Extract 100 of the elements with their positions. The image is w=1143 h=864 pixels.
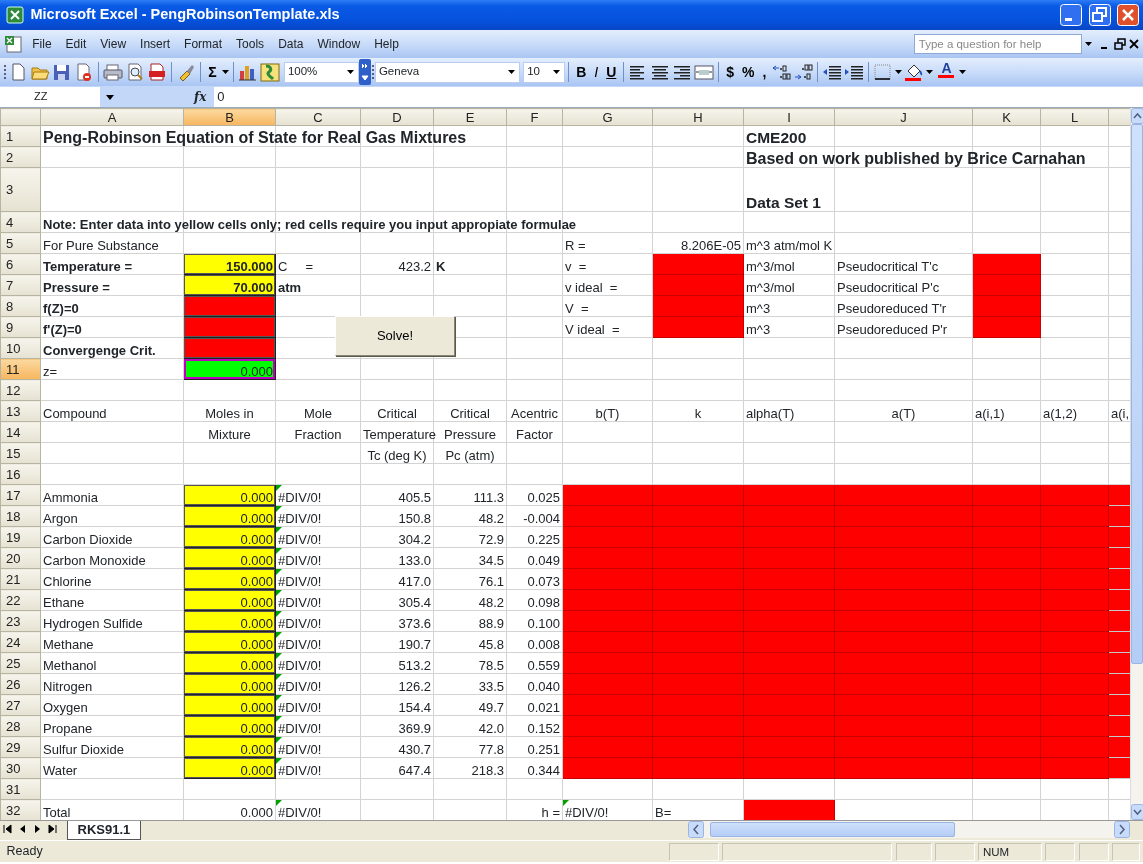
percent-button[interactable]: % <box>738 61 759 83</box>
scroll-right-icon[interactable] <box>1114 821 1130 838</box>
row-header[interactable]: 17 <box>0 484 41 506</box>
caret-icon[interactable] <box>552 68 562 76</box>
row-header[interactable]: 28 <box>0 715 41 737</box>
menu-item[interactable]: View <box>93 33 134 55</box>
toolbar-grip[interactable] <box>3 62 8 82</box>
error-indicator-icon[interactable] <box>276 506 282 512</box>
row-header[interactable]: 2 <box>0 146 41 168</box>
column-header[interactable]: F <box>506 108 563 126</box>
column-header[interactable]: L <box>1040 108 1109 126</box>
row-header[interactable]: 24 <box>0 631 41 653</box>
row-header[interactable]: 1 <box>0 125 41 147</box>
corner-cell[interactable] <box>0 108 41 126</box>
row-header[interactable]: 12 <box>0 379 41 401</box>
error-indicator-icon[interactable] <box>276 653 282 659</box>
row-header[interactable]: 18 <box>0 505 41 527</box>
menu-item[interactable]: Edit <box>58 33 94 55</box>
restore-icon[interactable] <box>1111 36 1128 52</box>
row-header[interactable]: 20 <box>0 547 41 569</box>
column-header[interactable]: B <box>183 108 276 126</box>
underline-button[interactable]: U <box>602 61 621 83</box>
autosum-button[interactable]: Σ <box>204 61 221 83</box>
row-header[interactable]: 3 <box>0 167 41 212</box>
comma-style-button[interactable]: , <box>758 61 771 83</box>
column-header[interactable]: K <box>972 108 1041 126</box>
column-header[interactable]: I <box>743 108 835 126</box>
error-indicator-icon[interactable] <box>276 611 282 617</box>
menu-item[interactable]: Help <box>367 33 406 55</box>
error-indicator-icon[interactable] <box>276 737 282 743</box>
column-header[interactable]: H <box>652 108 744 126</box>
caret-icon[interactable] <box>894 68 904 76</box>
menu-item[interactable]: File <box>25 33 59 55</box>
menu-item[interactable]: Window <box>310 33 368 55</box>
error-indicator-icon[interactable] <box>276 716 282 722</box>
row-header[interactable]: 23 <box>0 610 41 632</box>
row-header[interactable]: 16 <box>0 463 41 485</box>
row-header[interactable]: 29 <box>0 736 41 758</box>
column-header[interactable]: G <box>562 108 653 126</box>
row-header[interactable]: 6 <box>0 253 41 275</box>
row-header[interactable]: 19 <box>0 526 41 548</box>
menu-item[interactable]: Data <box>271 33 311 55</box>
caret-icon[interactable] <box>925 68 935 76</box>
menu-item[interactable]: Insert <box>133 33 178 55</box>
first-sheet-icon[interactable] <box>0 821 15 837</box>
column-header[interactable] <box>1108 108 1130 126</box>
scroll-left-icon[interactable] <box>688 821 704 838</box>
row-header[interactable]: 21 <box>0 568 41 590</box>
sheet-tab[interactable]: RKS91.1 <box>66 821 142 840</box>
error-indicator-icon[interactable] <box>276 695 282 701</box>
column-header[interactable]: A <box>40 108 184 126</box>
help-search-field[interactable]: Type a question for help <box>913 34 1082 54</box>
map-icon[interactable] <box>258 62 281 82</box>
last-sheet-icon[interactable] <box>45 821 60 837</box>
error-indicator-icon[interactable] <box>276 800 282 806</box>
caret-icon[interactable] <box>345 68 355 76</box>
menu-item[interactable]: Format <box>177 33 230 55</box>
caret-icon[interactable] <box>220 68 230 76</box>
column-header[interactable]: D <box>360 108 434 126</box>
zoom-field[interactable]: 100% <box>283 61 359 83</box>
row-header[interactable]: 15 <box>0 442 41 464</box>
font-size-field[interactable]: 10 <box>523 61 566 83</box>
currency-button[interactable]: $ <box>722 61 739 83</box>
increase-decimal-icon[interactable] <box>770 62 793 82</box>
error-indicator-icon[interactable] <box>276 758 282 764</box>
error-indicator-icon[interactable] <box>276 632 282 638</box>
error-indicator-icon[interactable] <box>276 527 282 533</box>
row-header[interactable]: 13 <box>0 400 41 422</box>
error-indicator-icon[interactable] <box>276 569 282 575</box>
name-box-field[interactable]: ZZ <box>0 86 100 107</box>
row-header[interactable]: 32 <box>0 799 41 820</box>
row-header[interactable]: 8 <box>0 295 41 317</box>
row-header[interactable]: 22 <box>0 589 41 611</box>
error-indicator-icon[interactable] <box>563 800 569 806</box>
error-indicator-icon[interactable] <box>276 485 282 491</box>
font-field[interactable]: Geneva <box>374 61 520 83</box>
caret-icon[interactable] <box>958 68 968 76</box>
column-header[interactable]: J <box>834 108 973 126</box>
row-header[interactable]: 9 <box>0 316 41 338</box>
bold-button[interactable]: B <box>572 61 591 83</box>
italic-button[interactable]: I <box>590 61 603 83</box>
row-header[interactable]: 7 <box>0 274 41 296</box>
row-header[interactable]: 4 <box>0 211 41 233</box>
print-icon[interactable] <box>102 62 125 82</box>
caret-icon[interactable] <box>506 68 516 76</box>
column-header[interactable]: C <box>275 108 361 126</box>
row-header[interactable]: 27 <box>0 694 41 716</box>
menu-item[interactable]: Tools <box>229 33 272 55</box>
scroll-down-icon[interactable] <box>1131 804 1143 820</box>
row-header[interactable]: 11 <box>0 358 41 380</box>
toolbar-grip[interactable] <box>370 62 375 82</box>
formula-field[interactable]: 0 <box>214 86 1143 107</box>
font-color-button[interactable]: A <box>934 61 959 83</box>
column-header[interactable]: E <box>433 108 507 126</box>
error-indicator-icon[interactable] <box>276 674 282 680</box>
solve-button[interactable]: Solve! <box>335 316 455 356</box>
scroll-up-icon[interactable] <box>1131 108 1143 124</box>
row-header[interactable]: 5 <box>0 232 41 254</box>
row-header[interactable]: 14 <box>0 421 41 443</box>
row-header[interactable]: 10 <box>0 337 41 359</box>
